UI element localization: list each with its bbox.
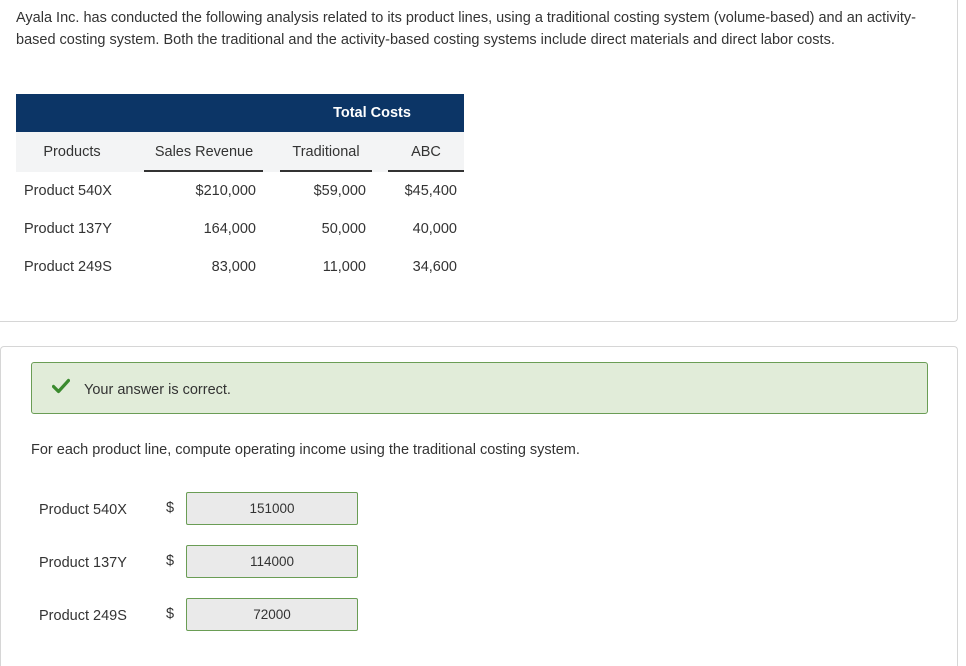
answer-input-137y[interactable] <box>186 545 358 578</box>
answer-label-540x: Product 540X <box>39 502 127 518</box>
col-underline-traditional <box>280 170 372 172</box>
table-row-2-abc: 40,000 <box>412 221 457 237</box>
table-row-1-sales: $210,000 <box>195 183 256 199</box>
checkmark-icon <box>51 378 71 394</box>
problem-intro: Ayala Inc. has conducted the following a… <box>16 10 917 48</box>
table-row-3-traditional: 11,000 <box>322 259 366 275</box>
currency-symbol: $ <box>166 553 175 569</box>
table-row-3-abc: 34,600 <box>412 259 457 275</box>
table-row-2-traditional: 50,000 <box>321 221 366 237</box>
currency-symbol: $ <box>166 606 175 622</box>
col-underline-sales <box>144 170 263 172</box>
table-row-1-product: Product 540X <box>24 183 112 199</box>
question-instruction: For each product line, compute operating… <box>31 442 580 458</box>
table-row-1-abc: $45,400 <box>404 183 457 199</box>
feedback-message: Your answer is correct. <box>84 382 231 398</box>
answer-input-249s[interactable] <box>186 598 358 631</box>
currency-symbol: $ <box>166 500 175 516</box>
answer-label-137y: Product 137Y <box>39 555 127 571</box>
table-row-2-product: Product 137Y <box>24 221 112 237</box>
col-header-traditional: Traditional <box>292 144 360 160</box>
col-header-abc: ABC <box>411 144 441 160</box>
answer-label-249s: Product 249S <box>39 608 127 624</box>
table-row-1-traditional: $59,000 <box>313 183 366 199</box>
col-header-sales-revenue: Sales Revenue <box>154 144 254 160</box>
table-row-3-product: Product 249S <box>24 259 112 275</box>
col-underline-abc <box>388 170 464 172</box>
answer-input-540x[interactable] <box>186 492 358 525</box>
total-costs-header: Total Costs <box>333 105 411 121</box>
col-header-products: Products <box>43 144 101 160</box>
table-row-2-sales: 164,000 <box>203 221 256 237</box>
table-row-3-sales: 83,000 <box>211 259 256 275</box>
